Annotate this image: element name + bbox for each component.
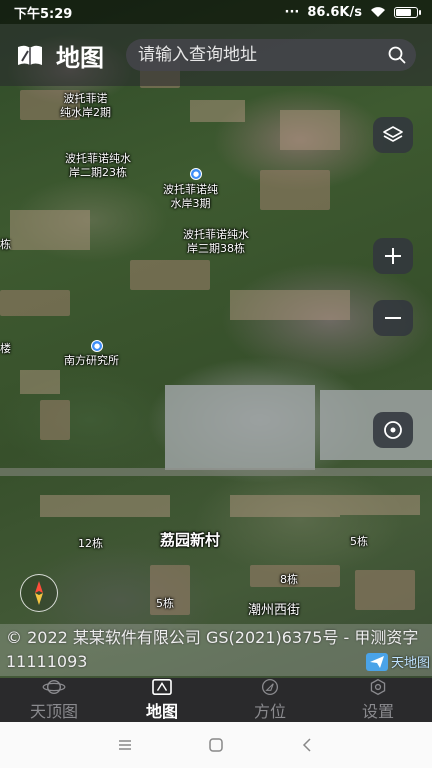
status-icons: ··· 86.6K/s xyxy=(284,4,421,20)
map-building xyxy=(40,400,70,440)
map-label-line: 岸二期23栋 xyxy=(69,166,127,179)
map-label: 波托菲诺纯 水岸3期 xyxy=(163,183,218,211)
page-title: 地图 xyxy=(56,43,104,72)
back-icon[interactable] xyxy=(299,737,315,753)
map-icon xyxy=(152,678,172,696)
bottom-nav: 天顶图 地图 方位 设置 xyxy=(0,678,432,722)
map-label: 南方研究所 xyxy=(64,354,119,367)
locate-icon xyxy=(384,421,402,439)
map-label: 楼 xyxy=(0,342,11,355)
map-building xyxy=(0,290,70,316)
direction-icon xyxy=(261,678,279,696)
map-label: 波托菲诺纯水 岸二期23栋 xyxy=(65,152,131,180)
status-dots: ··· xyxy=(284,4,300,20)
map-building xyxy=(230,290,350,320)
map-building xyxy=(20,370,60,394)
layers-icon xyxy=(383,126,403,142)
menu-icon[interactable] xyxy=(117,738,133,752)
map-label: 5栋 xyxy=(156,597,174,610)
nav-item-direction[interactable]: 方位 xyxy=(216,678,324,722)
map-building xyxy=(230,495,340,517)
nav-item-map[interactable]: 地图 xyxy=(108,678,216,722)
map-label: 栋 xyxy=(0,238,11,251)
map-building xyxy=(130,260,210,290)
map-label: 5栋 xyxy=(350,535,368,548)
nav-label: 地图 xyxy=(145,702,178,721)
map-label: 波托菲诺纯水 岸三期38栋 xyxy=(183,228,249,256)
zoom-in-button[interactable] xyxy=(373,238,413,274)
status-time: 下午5:29 xyxy=(14,6,73,22)
map-building xyxy=(260,170,330,210)
wifi-icon xyxy=(371,7,385,17)
system-nav-bar xyxy=(0,722,432,768)
map-label-line: 波托菲诺 xyxy=(63,92,108,105)
map-building xyxy=(280,110,340,150)
parking-lot xyxy=(165,385,315,470)
map-label-line: 波托菲诺纯水 xyxy=(65,152,131,165)
nav-label: 天顶图 xyxy=(29,702,78,721)
map-building xyxy=(190,100,245,122)
compass-icon xyxy=(35,581,43,605)
send-icon xyxy=(365,652,388,671)
network-speed: 86.6K/s xyxy=(307,4,362,20)
nav-item-sky[interactable]: 天顶图 xyxy=(0,678,108,722)
search-bar[interactable] xyxy=(126,39,416,71)
map-label: 12栋 xyxy=(78,537,103,550)
search-icon[interactable] xyxy=(388,46,406,64)
app-header: 地图 xyxy=(0,24,432,86)
map-building xyxy=(10,210,90,250)
map-road xyxy=(0,468,432,476)
map-label-line: 波托菲诺纯水 xyxy=(183,228,249,241)
settings-icon xyxy=(370,678,386,696)
poi-pin-icon[interactable]: ● xyxy=(190,168,202,180)
planet-icon xyxy=(42,679,66,695)
map-label: 8栋 xyxy=(280,573,298,586)
nav-label: 方位 xyxy=(253,702,286,721)
map-label-line: 纯水岸2期 xyxy=(60,106,111,119)
map-building xyxy=(340,495,420,515)
poi-pin-icon[interactable]: ● xyxy=(91,340,103,352)
nav-item-settings[interactable]: 设置 xyxy=(324,678,432,722)
tianditu-label: 天地图 xyxy=(390,656,430,671)
search-input[interactable] xyxy=(138,45,388,65)
app-logo-icon xyxy=(18,45,42,65)
plus-icon xyxy=(385,248,401,264)
map-label-street: 潮州西街 xyxy=(248,603,301,618)
map-label-line: 岸三期38栋 xyxy=(187,242,245,255)
compass-button[interactable] xyxy=(20,574,58,612)
locate-button[interactable] xyxy=(373,412,413,448)
map-label-area: 荔园新村 xyxy=(160,531,221,549)
layers-button[interactable] xyxy=(373,117,413,153)
minus-icon xyxy=(385,317,401,319)
battery-icon xyxy=(394,6,421,18)
map-label: 波托菲诺 纯水岸2期 xyxy=(60,92,111,120)
zoom-out-button[interactable] xyxy=(373,300,413,336)
map-building xyxy=(40,495,170,517)
home-icon[interactable] xyxy=(208,737,224,753)
map-label-line: 波托菲诺纯 xyxy=(163,183,218,196)
nav-label: 设置 xyxy=(361,702,394,721)
map-building xyxy=(355,570,415,610)
satellite-map[interactable]: 波托菲诺 纯水岸2期 波托菲诺纯水 岸二期23栋 ● 波托菲诺纯 水岸3期 波托… xyxy=(0,0,432,678)
tianditu-badge: 天地图 xyxy=(365,652,430,671)
status-bar: 下午5:29 ··· 86.6K/s xyxy=(0,0,432,24)
map-label-line: 水岸3期 xyxy=(170,197,211,210)
